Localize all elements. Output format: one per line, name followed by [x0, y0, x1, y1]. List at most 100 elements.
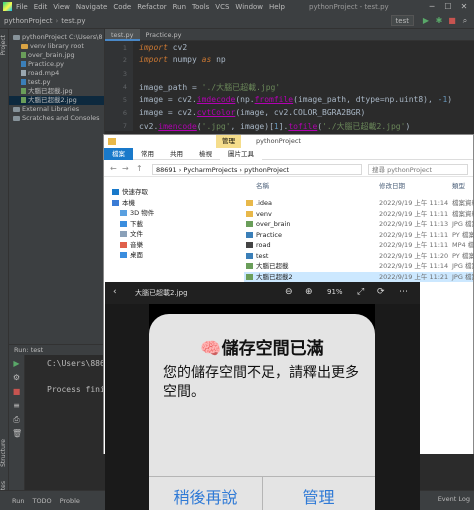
code-line-1[interactable]: import cv2	[139, 43, 187, 52]
search-icon[interactable]: ⌕	[460, 16, 470, 26]
tab-share[interactable]: 共用	[162, 148, 191, 160]
menu-vcs[interactable]: VCS	[215, 3, 229, 11]
menu-view[interactable]: View	[53, 3, 70, 11]
menu-run[interactable]: Run	[173, 3, 186, 11]
nav-item[interactable]: 快速存取	[112, 186, 148, 196]
project-tree-item[interactable]: pythonProject C:\Users\8	[9, 33, 103, 42]
stop-icon[interactable]: ■	[12, 387, 21, 396]
file-type: JPG 檔案	[452, 272, 474, 281]
breadcrumb-file[interactable]: test.py	[61, 17, 85, 25]
menu-navigate[interactable]: Navigate	[76, 3, 107, 11]
tab-test-py[interactable]: test.py	[105, 29, 140, 41]
structure-tool-tab[interactable]: Structure	[0, 439, 9, 467]
problems-tool-tab[interactable]: Proble	[60, 497, 80, 505]
close-icon[interactable]: ✕	[456, 0, 472, 13]
file-row[interactable]: test 2022/9/19 上午 11:20 PY 檔案	[244, 251, 474, 261]
column-header-name[interactable]: 名稱	[256, 180, 269, 190]
file-row[interactable]: venv 2022/9/19 上午 11:11檔案資料	[244, 209, 474, 219]
column-header-date[interactable]: 修改日期	[379, 180, 405, 190]
later-button[interactable]: 稍後再說	[149, 484, 262, 508]
nav-item[interactable]: 桌面	[120, 249, 143, 259]
debug-icon[interactable]: ✱	[434, 16, 444, 26]
scroll-icon[interactable]: ≡	[12, 401, 21, 410]
expand-icon[interactable]: ⤢	[357, 287, 364, 297]
rerun-icon[interactable]: ▶	[12, 359, 21, 368]
up-arrow-icon[interactable]: ↑	[136, 164, 143, 173]
tab-view[interactable]: 檢視	[191, 148, 220, 160]
back-arrow-icon[interactable]: ←	[110, 164, 117, 173]
nav-item[interactable]: 下載	[120, 218, 143, 228]
project-tree-item[interactable]: 大腦已超載.jpg	[9, 87, 73, 96]
menu-code[interactable]: Code	[113, 3, 131, 11]
tab-picture-tools[interactable]: 圖片工具	[220, 148, 262, 160]
file-row[interactable]: over_brain 2022/9/19 上午 11:13JPG 檔案	[244, 219, 474, 229]
line-number: 2	[122, 56, 127, 64]
project-tree-item[interactable]: 大腦已超載2.jpg	[9, 96, 104, 105]
breadcrumb-project[interactable]: pythonProject	[4, 17, 52, 25]
menu-refactor[interactable]: Refactor	[137, 3, 166, 11]
code-editor[interactable]: import cv2 import numpy as np image_path…	[133, 41, 474, 131]
menu-tools[interactable]: Tools	[192, 3, 209, 11]
line-number: 3	[122, 70, 127, 78]
print-icon[interactable]: ⎙	[12, 415, 21, 424]
code-line-7[interactable]: cv2.imencode('.jpg', image)[1].tofile('.…	[139, 121, 410, 132]
manage-button[interactable]: 管理	[262, 484, 375, 508]
project-tree-item[interactable]: External Libraries	[9, 105, 79, 114]
project-tree-item[interactable]: over_brain.jpg	[9, 51, 75, 60]
project-tree: pythonProject C:\Users\8 venv library roo…	[9, 29, 105, 344]
code-line-4[interactable]: image_path = './大腦已超載.jpg'	[139, 82, 280, 93]
search-input[interactable]: 搜尋 pythonProject	[368, 164, 468, 175]
menu-file[interactable]: File	[16, 3, 28, 11]
image-file-icon	[21, 52, 26, 58]
tab-practice-py[interactable]: Practice.py	[140, 29, 188, 41]
minimize-icon[interactable]: ─	[424, 0, 440, 13]
wrench-icon[interactable]: ⚙	[12, 373, 21, 382]
code-line-5[interactable]: image = cv2.imdecode(np.fromfile(image_p…	[139, 95, 452, 104]
rotate-icon[interactable]: ⟳	[377, 287, 385, 297]
project-tree-item[interactable]: Scratches and Consoles	[9, 114, 100, 123]
cube-icon	[120, 210, 127, 216]
event-log-button[interactable]: Event Log	[438, 495, 470, 503]
file-row[interactable]: road 2022/9/19 上午 11:11MP4 檔案	[244, 240, 474, 250]
run-config-select[interactable]: test	[390, 15, 414, 26]
nav-item[interactable]: 音樂	[120, 239, 143, 249]
file-row[interactable]: 大腦已超載 2022/9/19 上午 11:14JPG 檔案	[244, 261, 474, 271]
file-name: 大腦已超載2	[256, 272, 293, 281]
code-line-6[interactable]: image = cv2.cvtColor(image, cv2.COLOR_BG…	[139, 108, 365, 117]
image-file-icon	[246, 263, 253, 269]
project-tree-item[interactable]: venv library root	[9, 42, 84, 51]
nav-item[interactable]: 3D 物件	[120, 207, 154, 217]
stop-icon[interactable]: ■	[447, 16, 457, 26]
file-row[interactable]: 大腦已超載2 2022/9/19 上午 11:21JPG 檔案	[244, 271, 474, 282]
zoom-out-icon[interactable]: ⊖	[285, 287, 293, 297]
trash-icon[interactable]: 🗑	[12, 429, 22, 438]
run-tool-tab[interactable]: Run	[12, 497, 24, 505]
forward-arrow-icon[interactable]: →	[122, 164, 129, 173]
nav-item[interactable]: 文件	[120, 228, 143, 238]
manage-tab[interactable]: 管理	[216, 135, 241, 148]
project-tree-item[interactable]: Practice.py	[9, 60, 64, 69]
file-row[interactable]: Practice 2022/9/19 上午 11:11 PY 檔案	[244, 230, 474, 240]
file-row[interactable]: .idea 2022/9/19 上午 11:14檔案資料	[244, 198, 474, 208]
column-header-type[interactable]: 類型	[452, 180, 465, 190]
run-icon[interactable]: ▶	[421, 16, 431, 26]
more-icon[interactable]: ⋯	[399, 287, 408, 297]
line-number-gutter: 1 2 3 4 5 6 7	[105, 41, 133, 131]
address-input[interactable]: 88691 › PycharmProjects › pythonProject	[152, 164, 362, 175]
menu-edit[interactable]: Edit	[34, 3, 48, 11]
zoom-in-icon[interactable]: ⊕	[305, 287, 313, 297]
menu-window[interactable]: Window	[235, 3, 263, 11]
tab-home[interactable]: 常用	[133, 148, 162, 160]
nav-item[interactable]: 本機	[112, 197, 135, 207]
project-tree-item[interactable]: road.mp4	[9, 69, 59, 78]
project-tree-item[interactable]: test.py	[9, 78, 51, 87]
tab-file[interactable]: 檔案	[104, 148, 133, 160]
project-tool-tab[interactable]: Project	[0, 35, 9, 56]
menu-help[interactable]: Help	[269, 3, 285, 11]
code-line-2[interactable]: import numpy as np	[139, 55, 226, 64]
run-console-output: C:\Users\8869 Process finis	[25, 355, 105, 490]
maximize-icon[interactable]: ☐	[440, 0, 456, 13]
project-tree-label: External Libraries	[22, 105, 80, 113]
back-arrow-icon[interactable]: ‹	[113, 287, 117, 297]
todo-tool-tab[interactable]: TODO	[32, 497, 51, 505]
